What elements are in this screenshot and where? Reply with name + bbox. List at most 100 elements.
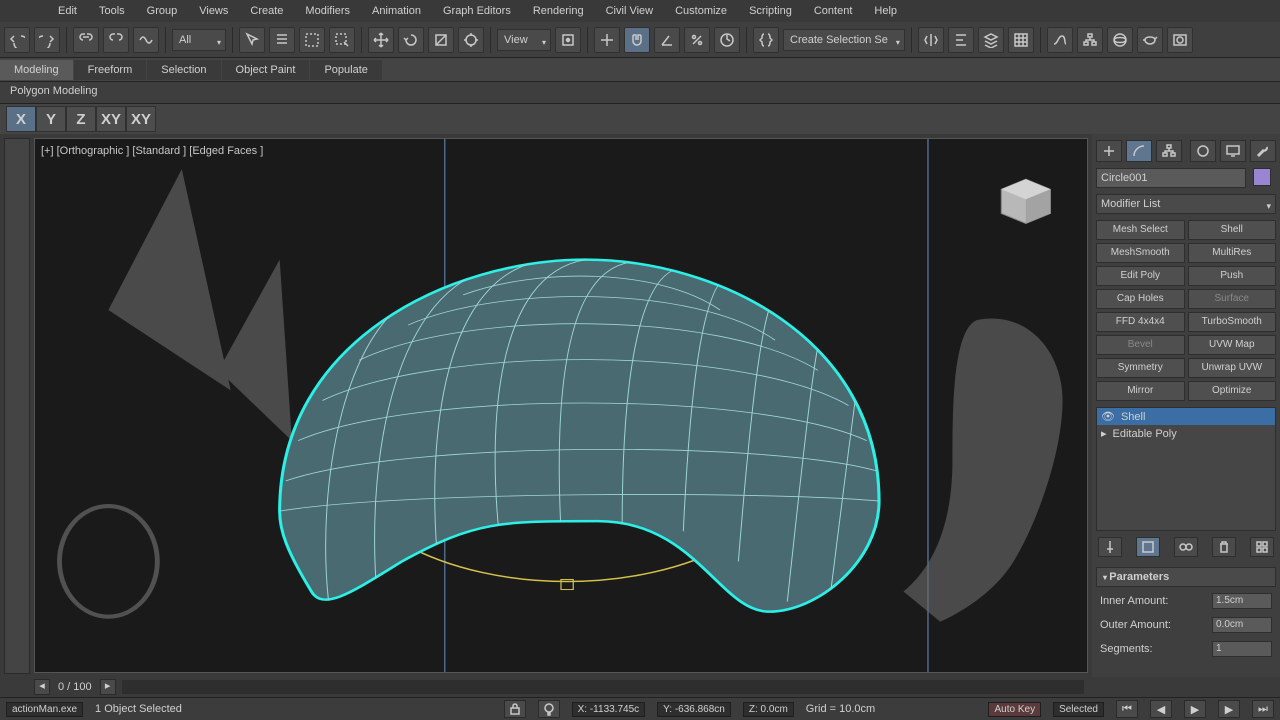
- mod-shell[interactable]: Shell: [1188, 220, 1277, 240]
- parameters-rollout[interactable]: Parameters Inner Amount: 1.5cm Outer Amo…: [1096, 567, 1276, 659]
- display-panel-button[interactable]: [1220, 140, 1246, 162]
- time-prev[interactable]: ◂: [34, 679, 50, 695]
- render-button[interactable]: [1167, 27, 1193, 53]
- goto-start-button[interactable]: ⏮: [1116, 700, 1138, 718]
- mod-meshsmooth[interactable]: MeshSmooth: [1096, 243, 1185, 263]
- mod-unwrapuvw[interactable]: Unwrap UVW: [1188, 358, 1277, 378]
- edit-selset-button[interactable]: [753, 27, 779, 53]
- percent-snap-button[interactable]: [684, 27, 710, 53]
- tab-freeform[interactable]: Freeform: [74, 60, 147, 80]
- create-panel-button[interactable]: [1096, 140, 1122, 162]
- placement-button[interactable]: [458, 27, 484, 53]
- menu-help[interactable]: Help: [864, 2, 907, 20]
- axis-y[interactable]: Y: [36, 106, 66, 132]
- move-button[interactable]: [368, 27, 394, 53]
- window-crossing-button[interactable]: [329, 27, 355, 53]
- coord-y[interactable]: Y: -636.868cn: [657, 702, 731, 717]
- expand-icon[interactable]: ▸: [1101, 427, 1107, 440]
- layer-button[interactable]: [978, 27, 1004, 53]
- time-slider[interactable]: ◂ 0 / 100 ▸: [34, 677, 1090, 697]
- refcoord-combo[interactable]: View: [497, 29, 551, 51]
- coord-x[interactable]: X: -1133.745c: [572, 702, 646, 717]
- lock-selection-button[interactable]: [504, 700, 526, 718]
- object-color-swatch[interactable]: [1253, 168, 1271, 186]
- snap-toggle-button[interactable]: [624, 27, 650, 53]
- tab-modeling[interactable]: Modeling: [0, 60, 73, 80]
- tab-objectpaint[interactable]: Object Paint: [222, 60, 310, 80]
- object-name-input[interactable]: Circle001: [1096, 168, 1246, 188]
- segments-spinner[interactable]: 1: [1212, 641, 1272, 657]
- next-frame-button[interactable]: ▶: [1218, 700, 1240, 718]
- scale-button[interactable]: [428, 27, 454, 53]
- show-end-result-button[interactable]: [1136, 537, 1160, 557]
- time-track[interactable]: [122, 680, 1084, 694]
- eye-icon[interactable]: 👁: [1101, 410, 1115, 423]
- mod-multires[interactable]: MultiRes: [1188, 243, 1277, 263]
- prev-frame-button[interactable]: ◀: [1150, 700, 1172, 718]
- outer-amount-spinner[interactable]: 0.0cm: [1212, 617, 1272, 633]
- viewport-label[interactable]: [+] [Orthographic ] [Standard ] [Edged F…: [41, 145, 263, 157]
- align-button[interactable]: [948, 27, 974, 53]
- configure-sets-button[interactable]: [1250, 537, 1274, 557]
- menu-animation[interactable]: Animation: [362, 2, 431, 20]
- time-next[interactable]: ▸: [100, 679, 116, 695]
- menu-civilview[interactable]: Civil View: [596, 2, 663, 20]
- select-object-button[interactable]: [239, 27, 265, 53]
- bind-button[interactable]: [133, 27, 159, 53]
- select-name-button[interactable]: [269, 27, 295, 53]
- remove-modifier-button[interactable]: [1212, 537, 1236, 557]
- pivot-button[interactable]: [555, 27, 581, 53]
- menu-group[interactable]: Group: [137, 2, 188, 20]
- tab-selection[interactable]: Selection: [147, 60, 220, 80]
- autokey-toggle[interactable]: Auto Key: [988, 702, 1041, 717]
- mod-turbosmooth[interactable]: TurboSmooth: [1188, 312, 1277, 332]
- rect-region-button[interactable]: [299, 27, 325, 53]
- mod-meshselect[interactable]: Mesh Select: [1096, 220, 1185, 240]
- mod-uvwmap[interactable]: UVW Map: [1188, 335, 1277, 355]
- mod-capholes[interactable]: Cap Holes: [1096, 289, 1185, 309]
- mod-mirror[interactable]: Mirror: [1096, 381, 1185, 401]
- modify-panel-button[interactable]: [1126, 140, 1152, 162]
- hierarchy-panel-button[interactable]: [1156, 140, 1182, 162]
- modifier-stack[interactable]: 👁 Shell ▸ Editable Poly: [1096, 407, 1276, 531]
- axis-xy2[interactable]: XY: [126, 106, 156, 132]
- coord-z[interactable]: Z: 0.0cm: [743, 702, 794, 717]
- mod-bevel[interactable]: Bevel: [1096, 335, 1185, 355]
- mod-push[interactable]: Push: [1188, 266, 1277, 286]
- redo-button[interactable]: [34, 27, 60, 53]
- curve-editor-button[interactable]: [1047, 27, 1073, 53]
- render-setup-button[interactable]: [1137, 27, 1163, 53]
- mod-symmetry[interactable]: Symmetry: [1096, 358, 1185, 378]
- axis-x[interactable]: X: [6, 106, 36, 132]
- pin-stack-button[interactable]: [1098, 537, 1122, 557]
- mod-optimize[interactable]: Optimize: [1188, 381, 1277, 401]
- menu-grapheditors[interactable]: Graph Editors: [433, 2, 521, 20]
- mod-editpoly[interactable]: Edit Poly: [1096, 266, 1185, 286]
- isolate-button[interactable]: [538, 700, 560, 718]
- utilities-panel-button[interactable]: [1250, 140, 1276, 162]
- axis-z[interactable]: Z: [66, 106, 96, 132]
- schematic-button[interactable]: [1077, 27, 1103, 53]
- keymode-combo[interactable]: Selected: [1053, 702, 1104, 717]
- menu-scripting[interactable]: Scripting: [739, 2, 802, 20]
- menu-rendering[interactable]: Rendering: [523, 2, 594, 20]
- menu-customize[interactable]: Customize: [665, 2, 737, 20]
- spinner-snap-button[interactable]: [714, 27, 740, 53]
- goto-end-button[interactable]: ⏭: [1252, 700, 1274, 718]
- motion-panel-button[interactable]: [1190, 140, 1216, 162]
- ribbon-toggle-button[interactable]: [1008, 27, 1034, 53]
- viewport[interactable]: [+] [Orthographic ] [Standard ] [Edged F…: [34, 138, 1088, 673]
- axis-xy[interactable]: XY: [96, 106, 126, 132]
- mirror-button[interactable]: [918, 27, 944, 53]
- play-button[interactable]: ▶: [1184, 700, 1206, 718]
- menu-views[interactable]: Views: [189, 2, 238, 20]
- named-selset-combo[interactable]: Create Selection Se: [783, 29, 905, 51]
- material-editor-button[interactable]: [1107, 27, 1133, 53]
- mod-surface[interactable]: Surface: [1188, 289, 1277, 309]
- mod-ffd[interactable]: FFD 4x4x4: [1096, 312, 1185, 332]
- stack-item-shell[interactable]: 👁 Shell: [1097, 408, 1275, 425]
- inner-amount-spinner[interactable]: 1.5cm: [1212, 593, 1272, 609]
- selection-filter-combo[interactable]: All: [172, 29, 226, 51]
- link-button[interactable]: [73, 27, 99, 53]
- stack-item-editablepoly[interactable]: ▸ Editable Poly: [1097, 425, 1275, 442]
